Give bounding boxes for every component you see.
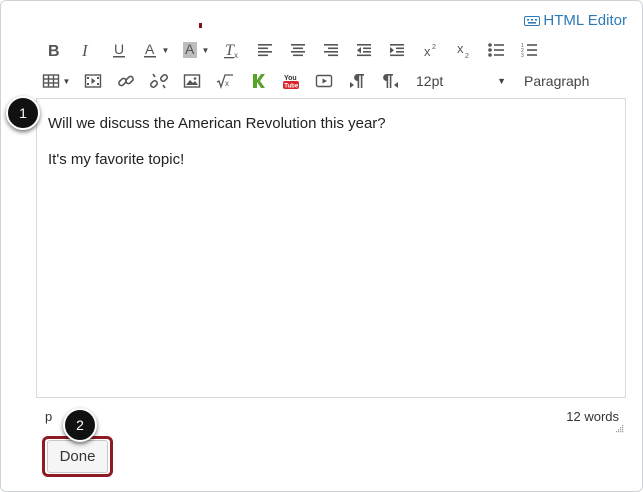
chevron-down-icon: ▼ — [161, 45, 170, 55]
bullet-list-button[interactable] — [479, 36, 512, 64]
k-app-icon — [252, 74, 265, 88]
indent-icon — [389, 44, 404, 57]
font-size-select[interactable]: 12pt ▼ — [406, 67, 516, 95]
italic-button[interactable]: I — [69, 36, 102, 64]
paragraph-format-select[interactable]: Paragraph — [516, 67, 589, 95]
element-path[interactable]: p — [45, 409, 52, 424]
superscript-icon: x2 — [424, 44, 436, 59]
editor-paragraph: It's my favorite topic! — [48, 151, 185, 168]
svg-text:3: 3 — [521, 53, 524, 59]
svg-text:U: U — [114, 41, 124, 57]
numbered-list-button[interactable]: 123 — [512, 36, 545, 64]
ltr-icon — [349, 74, 364, 88]
rtl-icon — [382, 74, 398, 88]
table-button[interactable]: ▼ — [36, 67, 76, 95]
cursor-marker — [199, 23, 202, 28]
html-editor-link[interactable]: HTML Editor — [524, 12, 627, 29]
align-center-button[interactable] — [281, 36, 314, 64]
background-color-button[interactable]: A ▼ — [175, 36, 215, 64]
youtube-icon: You Tube — [282, 75, 299, 90]
media-icon — [84, 74, 101, 88]
table-icon — [42, 74, 59, 88]
numbered-list-icon: 123 — [521, 43, 537, 59]
svg-text:You: You — [284, 75, 297, 82]
callout-badge-1: 1 — [6, 96, 40, 130]
outdent-icon — [356, 44, 371, 57]
unlink-button[interactable] — [142, 67, 175, 95]
subscript-icon: x2 — [457, 41, 469, 59]
svg-text:x: x — [424, 44, 431, 59]
equation-icon: x — [216, 74, 233, 90]
indent-button[interactable] — [380, 36, 413, 64]
subscript-button[interactable]: x2 — [446, 36, 479, 64]
link-icon — [117, 75, 134, 87]
clear-formatting-button[interactable]: Tx — [215, 36, 248, 64]
svg-text:2: 2 — [432, 44, 436, 51]
svg-text:2: 2 — [465, 53, 469, 59]
image-button[interactable] — [175, 67, 208, 95]
insert-toolbar: ▼ x You Tube 12pt ▼ Paragraph — [36, 67, 628, 95]
chevron-down-icon: ▼ — [497, 76, 506, 86]
underline-button[interactable]: U — [102, 36, 135, 64]
chevron-down-icon: ▼ — [201, 45, 210, 55]
underline-icon: U — [112, 41, 125, 58]
word-count: 12 words — [566, 409, 619, 424]
link-button[interactable] — [109, 67, 142, 95]
align-right-icon — [323, 44, 338, 57]
align-right-button[interactable] — [314, 36, 347, 64]
bold-icon: B — [48, 43, 60, 59]
done-button[interactable]: Done — [47, 440, 108, 473]
chevron-down-icon: ▼ — [62, 76, 71, 86]
svg-text:x: x — [234, 51, 238, 59]
outdent-button[interactable] — [347, 36, 380, 64]
svg-text:I: I — [81, 41, 89, 59]
editor-paragraph: Will we discuss the American Revolution … — [48, 115, 386, 132]
editor-content-area[interactable]: Will we discuss the American Revolution … — [36, 98, 626, 398]
align-left-icon — [257, 44, 272, 57]
text-color-icon: A — [143, 41, 156, 58]
svg-text:A: A — [145, 41, 155, 57]
callout-badge-2: 2 — [63, 408, 97, 442]
image-icon — [183, 74, 200, 88]
video-button[interactable] — [307, 67, 340, 95]
background-color-icon: A — [182, 41, 197, 58]
svg-text:x: x — [225, 79, 229, 88]
ltr-button[interactable] — [340, 67, 373, 95]
svg-text:A: A — [185, 41, 195, 57]
k-app-button[interactable] — [241, 67, 274, 95]
svg-text:x: x — [457, 41, 464, 56]
clear-formatting-icon: Tx — [223, 42, 238, 59]
font-size-value: 12pt — [416, 73, 444, 89]
svg-text:B: B — [48, 43, 60, 59]
media-button[interactable] — [76, 67, 109, 95]
equation-button[interactable]: x — [208, 67, 241, 95]
html-editor-label: HTML Editor — [543, 12, 627, 29]
rtl-button[interactable] — [373, 67, 406, 95]
svg-text:Tube: Tube — [284, 84, 299, 90]
keyboard-icon — [524, 16, 541, 26]
align-left-button[interactable] — [248, 36, 281, 64]
video-icon — [315, 74, 332, 88]
paragraph-format-value: Paragraph — [524, 73, 590, 89]
youtube-button[interactable]: You Tube — [274, 67, 307, 95]
align-center-icon — [290, 44, 305, 57]
bold-button[interactable]: B — [36, 36, 69, 64]
bullet-list-icon — [487, 43, 504, 57]
resize-grip-icon[interactable] — [615, 424, 624, 433]
formatting-toolbar: B I U A ▼ A ▼ Tx x2 x2 123 — [36, 36, 545, 64]
text-color-button[interactable]: A ▼ — [135, 36, 175, 64]
unlink-icon — [149, 73, 168, 89]
superscript-button[interactable]: x2 — [413, 36, 446, 64]
italic-icon: I — [81, 41, 89, 59]
